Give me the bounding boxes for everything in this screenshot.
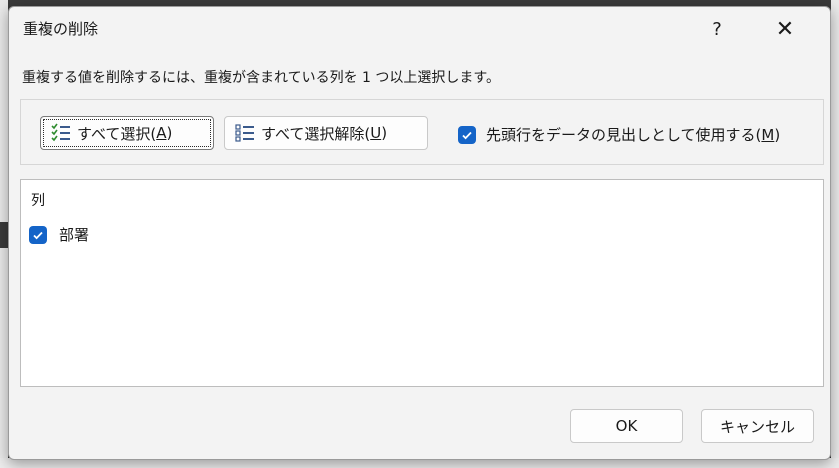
remove-duplicates-dialog: 重複の削除 ? ✕ 重複する値を削除するには、重複が含まれている列を 1 つ以上… <box>8 6 831 460</box>
has-headers-accesskey: M <box>761 126 775 144</box>
select-all-label: すべて選択( <box>77 124 157 143</box>
deselect-all-accesskey: U <box>370 124 382 142</box>
checkmark-icon <box>33 231 43 239</box>
select-all-accesskey: A <box>156 124 167 142</box>
has-headers-label: 先頭行をデータの見出しとして使用する( <box>486 126 762 144</box>
select-all-button[interactable]: すべて選択(A) <box>40 116 214 150</box>
close-button[interactable]: ✕ <box>763 13 807 45</box>
dialog-titlebar[interactable]: 重複の削除 ? ✕ <box>9 7 830 51</box>
instruction-text: 重複する値を削除するには、重複が含まれている列を 1 つ以上選択します。 <box>22 70 500 86</box>
help-button[interactable]: ? <box>695 13 739 45</box>
deselect-all-icon <box>235 123 255 143</box>
dialog-title: 重複の削除 <box>23 20 99 38</box>
columns-listbox[interactable]: 列 部署 <box>20 179 824 387</box>
cancel-button[interactable]: キャンセル <box>701 409 814 443</box>
has-headers-option[interactable]: 先頭行をデータの見出しとして使用する(M) <box>458 124 780 145</box>
has-headers-suffix: ) <box>774 126 781 144</box>
column-checkbox[interactable] <box>29 225 47 244</box>
select-all-icon <box>51 123 71 143</box>
ok-button[interactable]: OK <box>570 409 683 443</box>
background-row-marker <box>0 222 8 248</box>
deselect-all-label: すべて選択解除( <box>261 124 371 143</box>
background-sheet-right <box>831 0 839 468</box>
checkmark-icon <box>462 131 472 139</box>
column-label: 部署 <box>59 226 90 244</box>
deselect-all-suffix: ) <box>381 124 388 142</box>
options-panel: すべて選択(A) すべて選択解除(U) 先頭行をデータの見出しとして使用する… <box>20 99 824 165</box>
deselect-all-button[interactable]: すべて選択解除(U) <box>224 116 428 150</box>
columns-header: 列 <box>31 193 45 209</box>
has-headers-checkbox[interactable] <box>458 125 476 144</box>
select-all-suffix: ) <box>166 124 173 142</box>
list-item[interactable]: 部署 <box>29 224 89 245</box>
